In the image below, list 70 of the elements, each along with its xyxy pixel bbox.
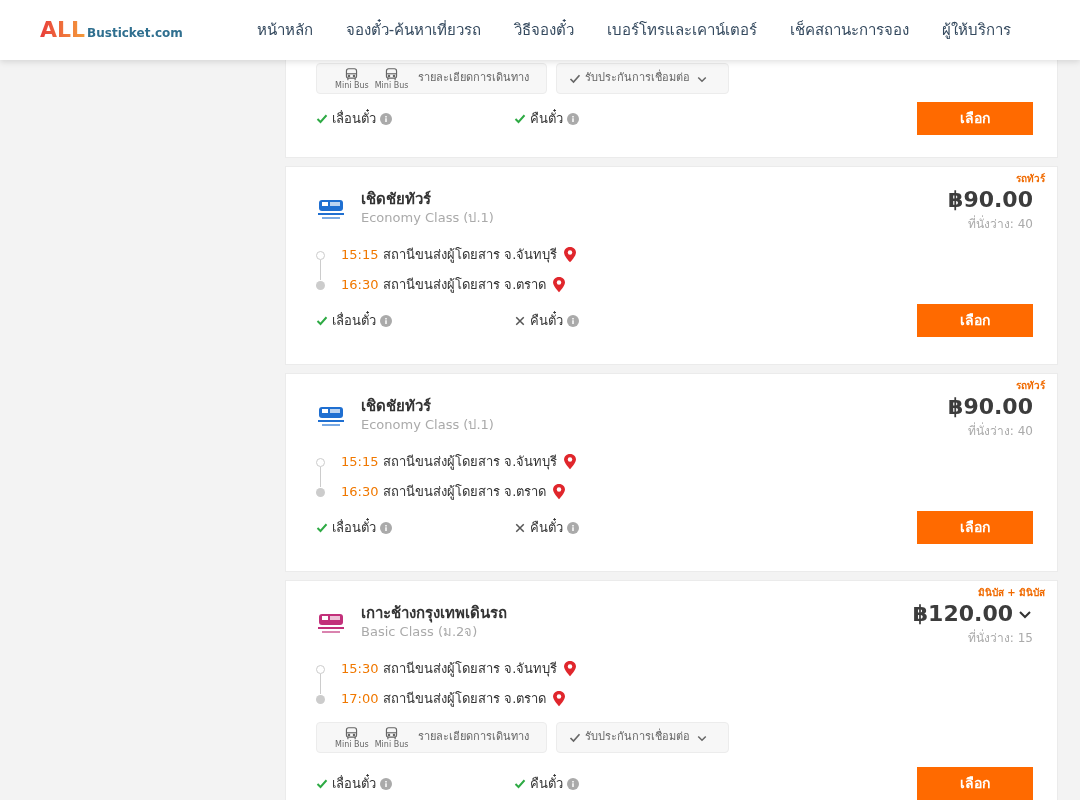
connection-guarantee-button[interactable]: รับประกันการเชื่อมต่อ — [556, 63, 729, 94]
policy-label: เลื่อนตั๋ว — [332, 311, 376, 330]
bus-icon — [384, 67, 400, 81]
vehicle-type-tag: มินิบัส + มินิบัส — [977, 585, 1045, 600]
departure-time: 16:30 — [341, 483, 380, 502]
station-name: สถานีขนส่งผู้โดยสาร จ.ตราด — [383, 483, 547, 501]
seats-available: ที่นั่งว่าง: 40 — [967, 215, 1033, 233]
price: ฿120.00 — [912, 600, 1013, 628]
info-icon[interactable] — [567, 521, 579, 534]
map-pin-icon[interactable] — [552, 483, 567, 501]
map-pin-icon[interactable] — [563, 660, 578, 678]
info-icon[interactable] — [380, 777, 392, 790]
operator-name: เชิดชัยทัวร์ — [361, 396, 432, 416]
check-icon — [569, 731, 581, 744]
policy-label: คืนตั๋ว — [530, 311, 563, 330]
route-details-button[interactable]: Mini Bus Mini Bus รายละเอียดการเดินทาง — [316, 722, 547, 753]
vehicle-label: Mini Bus — [335, 80, 369, 90]
nav-link[interactable]: จองตั๋ว-ค้นหาเที่ยวรถ — [345, 18, 482, 42]
bus-icon — [344, 67, 360, 81]
station-name: สถานีขนส่งผู้โดยสาร จ.จันทบุรี — [383, 453, 558, 471]
nav-link[interactable]: ผู้ให้บริการ — [942, 18, 1012, 42]
info-icon[interactable] — [567, 112, 579, 125]
info-icon[interactable] — [567, 314, 579, 327]
info-icon[interactable] — [380, 112, 392, 125]
class-label: Economy Class (ป.1) — [361, 209, 494, 227]
station-name: สถานีขนส่งผู้โดยสาร จ.จันทบุรี — [383, 246, 558, 264]
operator-name: เชิดชัยทัวร์ — [361, 189, 432, 209]
departure-time: 15:15 — [341, 453, 380, 472]
price: ฿90.00 — [948, 186, 1033, 214]
departure-time: 15:15 — [341, 246, 380, 265]
map-pin-icon[interactable] — [552, 690, 567, 708]
station-name: สถานีขนส่งผู้โดยสาร จ.จันทบุรี — [383, 660, 558, 678]
policy-label: เลื่อนตั๋ว — [332, 774, 376, 793]
departure-time: 17:00 — [341, 690, 380, 709]
check-icon — [569, 72, 581, 85]
nav-link[interactable]: หน้าหลัก — [256, 18, 313, 42]
class-label: Economy Class (ป.1) — [361, 416, 494, 434]
seats-available: ที่นั่งว่าง: 15 — [967, 629, 1033, 647]
info-icon[interactable] — [380, 521, 392, 534]
policy-label: เลื่อนตั๋ว — [332, 109, 376, 128]
departure-time: 16:30 — [341, 276, 380, 295]
route-details-button[interactable]: Mini Bus Mini Bus รายละเอียดการเดินทาง — [316, 63, 547, 94]
bus-icon — [384, 726, 400, 740]
site-logo[interactable]: ALL Busticket.com — [40, 18, 183, 42]
station-name: สถานีขนส่งผู้โดยสาร จ.ตราด — [383, 690, 547, 708]
policy-label: คืนตั๋ว — [530, 518, 563, 537]
class-label: Basic Class (ม.2จ) — [361, 623, 479, 641]
nav-link[interactable]: วิธีจองตั๋ว — [514, 18, 575, 42]
vehicle-type-tag: รถทัวร์ — [1016, 171, 1045, 186]
policy-label: เลื่อนตั๋ว — [332, 518, 376, 537]
map-pin-icon[interactable] — [563, 453, 578, 471]
vehicle-type-tag: รถทัวร์ — [1016, 378, 1045, 393]
station-name: สถานีขนส่งผู้โดยสาร จ.ตราด — [383, 276, 547, 294]
nav-link[interactable]: เบอร์โทรและเคาน์เตอร์ — [607, 18, 758, 42]
map-pin-icon[interactable] — [552, 276, 567, 294]
vehicle-label: Mini Bus — [374, 80, 409, 90]
price: ฿90.00 — [948, 393, 1033, 421]
seats-available: ที่นั่งว่าง: 40 — [967, 422, 1033, 440]
policy-label: คืนตั๋ว — [530, 774, 563, 793]
map-pin-icon[interactable] — [563, 246, 578, 264]
nav-link[interactable]: เช็คสถานะการจอง — [790, 18, 910, 42]
connection-guarantee-button[interactable]: รับประกันการเชื่อมต่อ — [556, 722, 729, 753]
departure-time: 15:30 — [341, 660, 380, 679]
vehicle-label: Mini Bus — [374, 739, 409, 749]
policy-label: คืนตั๋ว — [530, 109, 563, 128]
info-icon[interactable] — [380, 314, 392, 327]
vehicle-label: Mini Bus — [335, 739, 369, 749]
bus-icon — [344, 726, 360, 740]
info-icon[interactable] — [567, 777, 579, 790]
operator-name: เกาะช้างกรุงเทพเดินรถ — [361, 603, 507, 623]
